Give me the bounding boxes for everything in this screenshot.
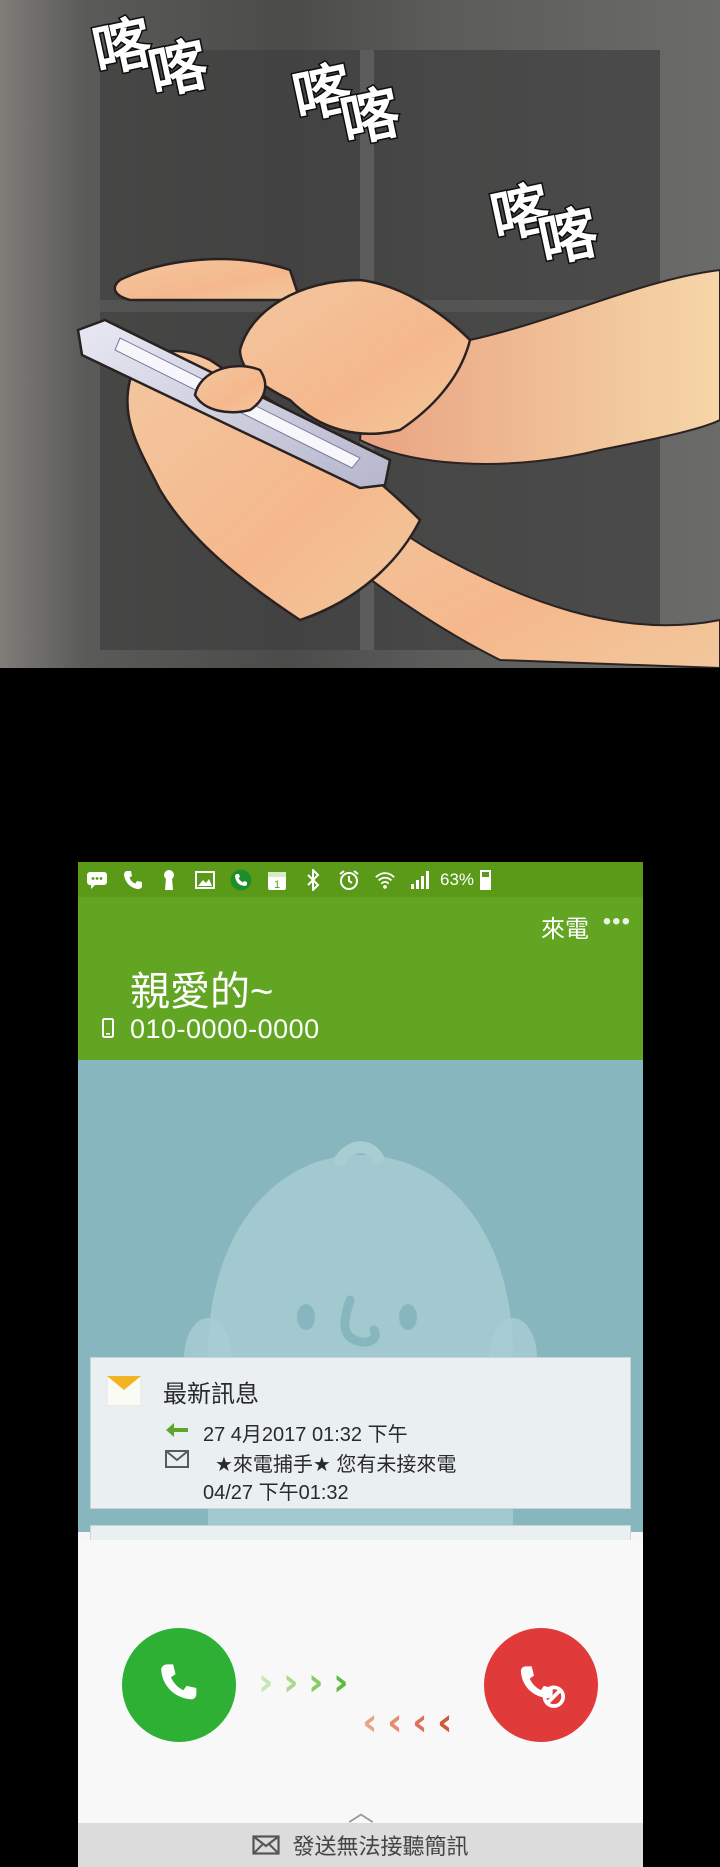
calendar-icon: 1 bbox=[266, 869, 288, 891]
phone-icon bbox=[122, 869, 144, 891]
send-reject-message-button[interactable]: 發送無法接聽簡訊 bbox=[78, 1823, 643, 1867]
reject-call-button[interactable] bbox=[484, 1628, 598, 1742]
bluetooth-icon bbox=[302, 868, 324, 891]
keyhole-icon bbox=[158, 869, 180, 891]
message-received-time: 27 4月2017 01:32 下午 bbox=[203, 1424, 408, 1446]
signal-icon bbox=[410, 869, 432, 891]
wifi-icon bbox=[374, 869, 396, 891]
reject-swipe-chevron-2: ‹ bbox=[387, 1700, 403, 1744]
incoming-call-label: 來電 bbox=[541, 916, 589, 943]
mobile-phone-icon bbox=[102, 1018, 114, 1038]
send-reject-message-label: 發送無法接聽簡訊 bbox=[292, 1834, 469, 1859]
latest-message-card[interactable]: 最新訊息 27 4月2017 01:32 下午 ★來電捕手★ 您有未接來電 04… bbox=[90, 1357, 631, 1509]
phone-reject-icon bbox=[520, 1666, 566, 1708]
message-text: ★來電捕手★ 您有未接來電 bbox=[215, 1454, 457, 1476]
call-app-icon bbox=[230, 869, 252, 891]
mail-outline-icon bbox=[252, 1835, 281, 1855]
latest-message-title: 最新訊息 bbox=[163, 1381, 259, 1408]
battery-percent: 63% bbox=[440, 869, 475, 889]
reject-swipe-chevron-1: ‹ bbox=[362, 1700, 378, 1744]
battery-icon bbox=[480, 869, 492, 890]
reject-swipe-chevron-4: ‹ bbox=[437, 1700, 453, 1744]
call-header: 來電 ••• 親愛的~ 010-0000-0000 bbox=[78, 897, 643, 1060]
accept-swipe-chevron-1: › bbox=[258, 1660, 274, 1704]
reply-arrow-icon bbox=[166, 1423, 188, 1437]
status-bar: 1 63% bbox=[78, 862, 643, 897]
message-icon bbox=[86, 869, 108, 891]
reject-swipe-chevron-3: ‹ bbox=[412, 1700, 428, 1744]
accept-call-button[interactable] bbox=[122, 1628, 236, 1742]
caller-number: 010-0000-0000 bbox=[130, 1014, 320, 1044]
battery-fill bbox=[482, 877, 490, 888]
envelope-icon bbox=[107, 1376, 141, 1406]
accept-swipe-chevron-2: › bbox=[283, 1660, 299, 1704]
phone-accept-icon bbox=[161, 1664, 197, 1700]
call-actions: › › › › ‹ ‹ ‹ ‹ ︿ bbox=[78, 1540, 643, 1867]
accept-swipe-chevron-4: › bbox=[333, 1660, 349, 1704]
alarm-icon bbox=[338, 869, 360, 891]
incoming-call-screen: 1 63% 來電 ••• 親愛的~ 010-0000-0000 最新訊息 27 … bbox=[78, 862, 643, 1867]
comic-panel: 喀 喀 喀 喀 喀 喀 bbox=[0, 0, 720, 668]
image-icon bbox=[194, 869, 216, 891]
message-time: 04/27 下午01:32 bbox=[203, 1482, 349, 1504]
svg-text:1: 1 bbox=[274, 879, 280, 891]
more-options-icon[interactable]: ••• bbox=[603, 908, 631, 936]
mail-icon bbox=[165, 1450, 189, 1468]
caller-name: 親愛的~ bbox=[130, 970, 274, 1014]
accept-swipe-chevron-3: › bbox=[308, 1660, 324, 1704]
